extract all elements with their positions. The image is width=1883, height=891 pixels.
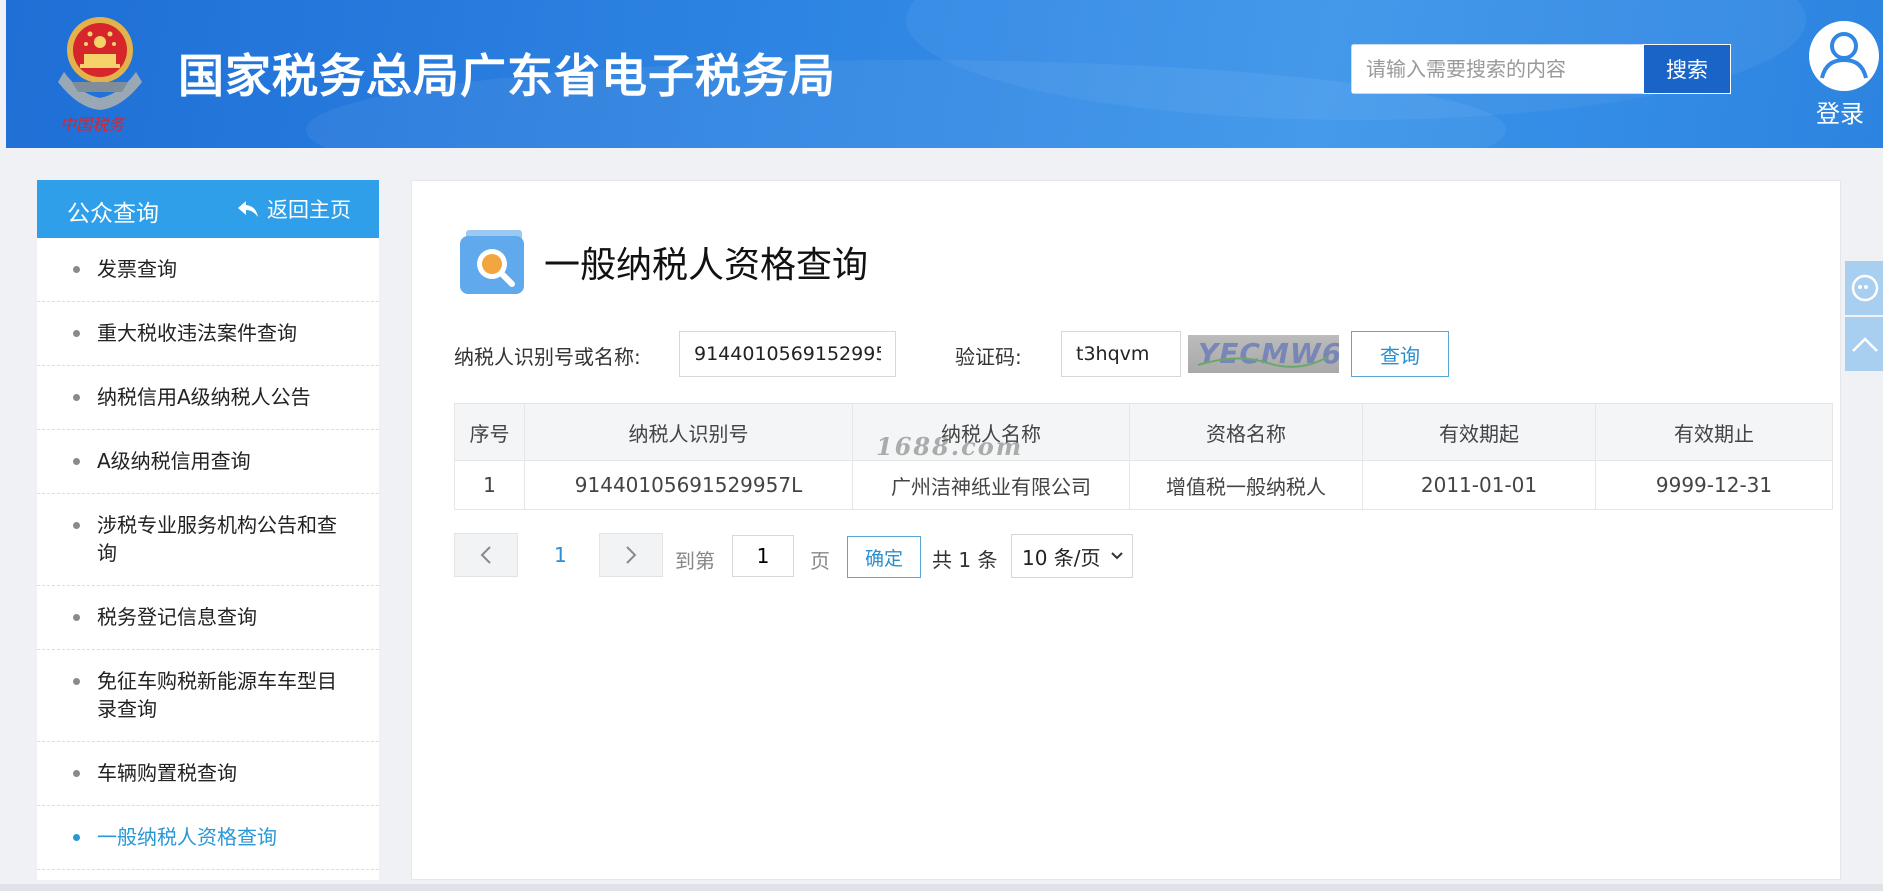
sidebar-item-label: 重大税收违法案件查询	[97, 321, 297, 345]
bullet-icon	[73, 458, 80, 465]
bullet-icon	[73, 394, 80, 401]
search-input[interactable]	[1352, 45, 1642, 93]
svg-text:中国税务: 中国税务	[60, 115, 126, 134]
sidebar-item-vehicle-purchase-tax[interactable]: 车辆购置税查询	[37, 742, 379, 806]
user-avatar-icon[interactable]	[1808, 20, 1880, 92]
page-size-select[interactable]: 10 条/页	[1011, 534, 1133, 578]
column-header-qualification: 资格名称	[1129, 403, 1363, 461]
bullet-icon	[73, 678, 80, 685]
sidebar-item-tax-registration-query[interactable]: 税务登记信息查询	[37, 586, 379, 650]
page-number[interactable]: 1	[554, 543, 567, 567]
column-header-taxpayer-id: 纳税人识别号	[524, 403, 853, 461]
sidebar-title: 公众查询	[67, 201, 159, 227]
sidebar-item-invoice-query[interactable]: 发票查询	[37, 238, 379, 302]
taxpayer-id-label: 纳税人识别号或名称:	[454, 345, 641, 369]
captcha-input[interactable]	[1061, 331, 1181, 377]
table-cell: 91440105691529957L	[524, 460, 853, 510]
goto-page-input[interactable]	[732, 535, 794, 577]
sidebar-item-label: 涉税专业服务机构公告和查询	[97, 513, 337, 565]
page-unit-label: 页	[810, 549, 830, 573]
result-table: 序号 纳税人识别号 纳税人名称 资格名称 有效期起 有效期止 1 9144010…	[454, 403, 1833, 510]
back-home-label: 返回主页	[267, 198, 351, 222]
column-header-index: 序号	[454, 403, 525, 461]
sidebar-item-general-taxpayer-query[interactable]: 一般纳税人资格查询	[37, 806, 379, 870]
sidebar-item-label: 税务登记信息查询	[97, 605, 257, 629]
main-panel: 一般纳税人资格查询 纳税人识别号或名称: 验证码: YECMW6 查询 序号 纳…	[411, 180, 1841, 880]
sidebar-item-label: 车辆购置税查询	[97, 761, 237, 785]
sidebar-item-label: A级纳税信用查询	[97, 449, 251, 473]
chat-icon	[1851, 274, 1879, 302]
bullet-icon	[73, 266, 80, 273]
back-home-link[interactable]: 返回主页	[237, 194, 351, 224]
bullet-icon	[73, 770, 80, 777]
login-link[interactable]: 登录	[1816, 94, 1864, 129]
table-cell: 2011-01-01	[1362, 460, 1596, 510]
sidebar-item-tax-violation-query[interactable]: 重大税收违法案件查询	[37, 302, 379, 366]
table-cell: 增值税一般纳税人	[1129, 460, 1363, 510]
sidebar-item-label: 免征车购税新能源车车型目录查询	[97, 669, 337, 721]
column-header-taxpayer-name: 纳税人名称	[852, 403, 1130, 461]
site-title: 国家税务总局广东省电子税务局	[178, 49, 836, 103]
table-cell: 广州洁神纸业有限公司	[852, 460, 1130, 510]
goto-confirm-button[interactable]: 确定	[847, 536, 921, 578]
query-button[interactable]: 查询	[1351, 331, 1449, 377]
bullet-icon	[73, 834, 80, 841]
captcha-noise-line	[1197, 356, 1329, 368]
table-header-row: 序号 纳税人识别号 纳税人名称 资格名称 有效期起 有效期止	[454, 403, 1833, 461]
sidebar-header: 公众查询 返回主页	[37, 180, 379, 238]
column-header-valid-from: 有效期起	[1362, 403, 1596, 461]
online-chat-button[interactable]	[1845, 261, 1883, 315]
search-document-icon	[460, 230, 524, 294]
page-title: 一般纳税人资格查询	[544, 245, 869, 286]
chevron-right-icon	[626, 546, 637, 564]
sidebar-item-label: 一般纳税人资格查询	[97, 825, 277, 849]
search-button[interactable]: 搜索	[1643, 44, 1731, 94]
table-cell: 9999-12-31	[1595, 460, 1833, 510]
next-page-button[interactable]	[599, 533, 663, 577]
captcha-label: 验证码:	[955, 345, 1022, 369]
total-count: 共 1 条	[932, 548, 998, 572]
bullet-icon	[73, 330, 80, 337]
sidebar-item-credit-a-query[interactable]: A级纳税信用查询	[37, 430, 379, 494]
bottom-border	[0, 884, 1883, 891]
taxpayer-id-input[interactable]	[679, 331, 896, 377]
page-size-value: 10 条/页	[1022, 545, 1101, 570]
sidebar-item-label: 纳税信用A级纳税人公告	[97, 385, 311, 409]
captcha-image[interactable]: YECMW6	[1188, 335, 1339, 373]
table-cell: 1	[454, 460, 525, 510]
bullet-icon	[73, 522, 80, 529]
sidebar-item-tax-service-agency[interactable]: 涉税专业服务机构公告和查询	[37, 494, 379, 586]
national-emblem-logo: 中国税务	[58, 17, 142, 134]
bullet-icon	[73, 614, 80, 621]
sidebar-item-label: 发票查询	[97, 257, 177, 281]
chevron-up-icon	[1852, 337, 1878, 352]
chevron-down-icon	[1111, 552, 1123, 560]
table-row: 1 91440105691529957L 广州洁神纸业有限公司 增值税一般纳税人…	[454, 460, 1833, 510]
goto-label: 到第	[675, 549, 715, 573]
prev-page-button[interactable]	[454, 533, 518, 577]
sidebar: 公众查询 返回主页 发票查询 重大税收违法案件查询 纳税信用A级纳税人公告 A级…	[37, 180, 379, 880]
chevron-left-icon	[480, 546, 491, 564]
sidebar-item-ev-exemption-catalog[interactable]: 免征车购税新能源车车型目录查询	[37, 650, 379, 742]
back-to-top-button[interactable]	[1845, 317, 1883, 371]
sidebar-item-credit-a-announcement[interactable]: 纳税信用A级纳税人公告	[37, 366, 379, 430]
back-arrow-icon	[238, 201, 258, 217]
column-header-valid-to: 有效期止	[1595, 403, 1833, 461]
